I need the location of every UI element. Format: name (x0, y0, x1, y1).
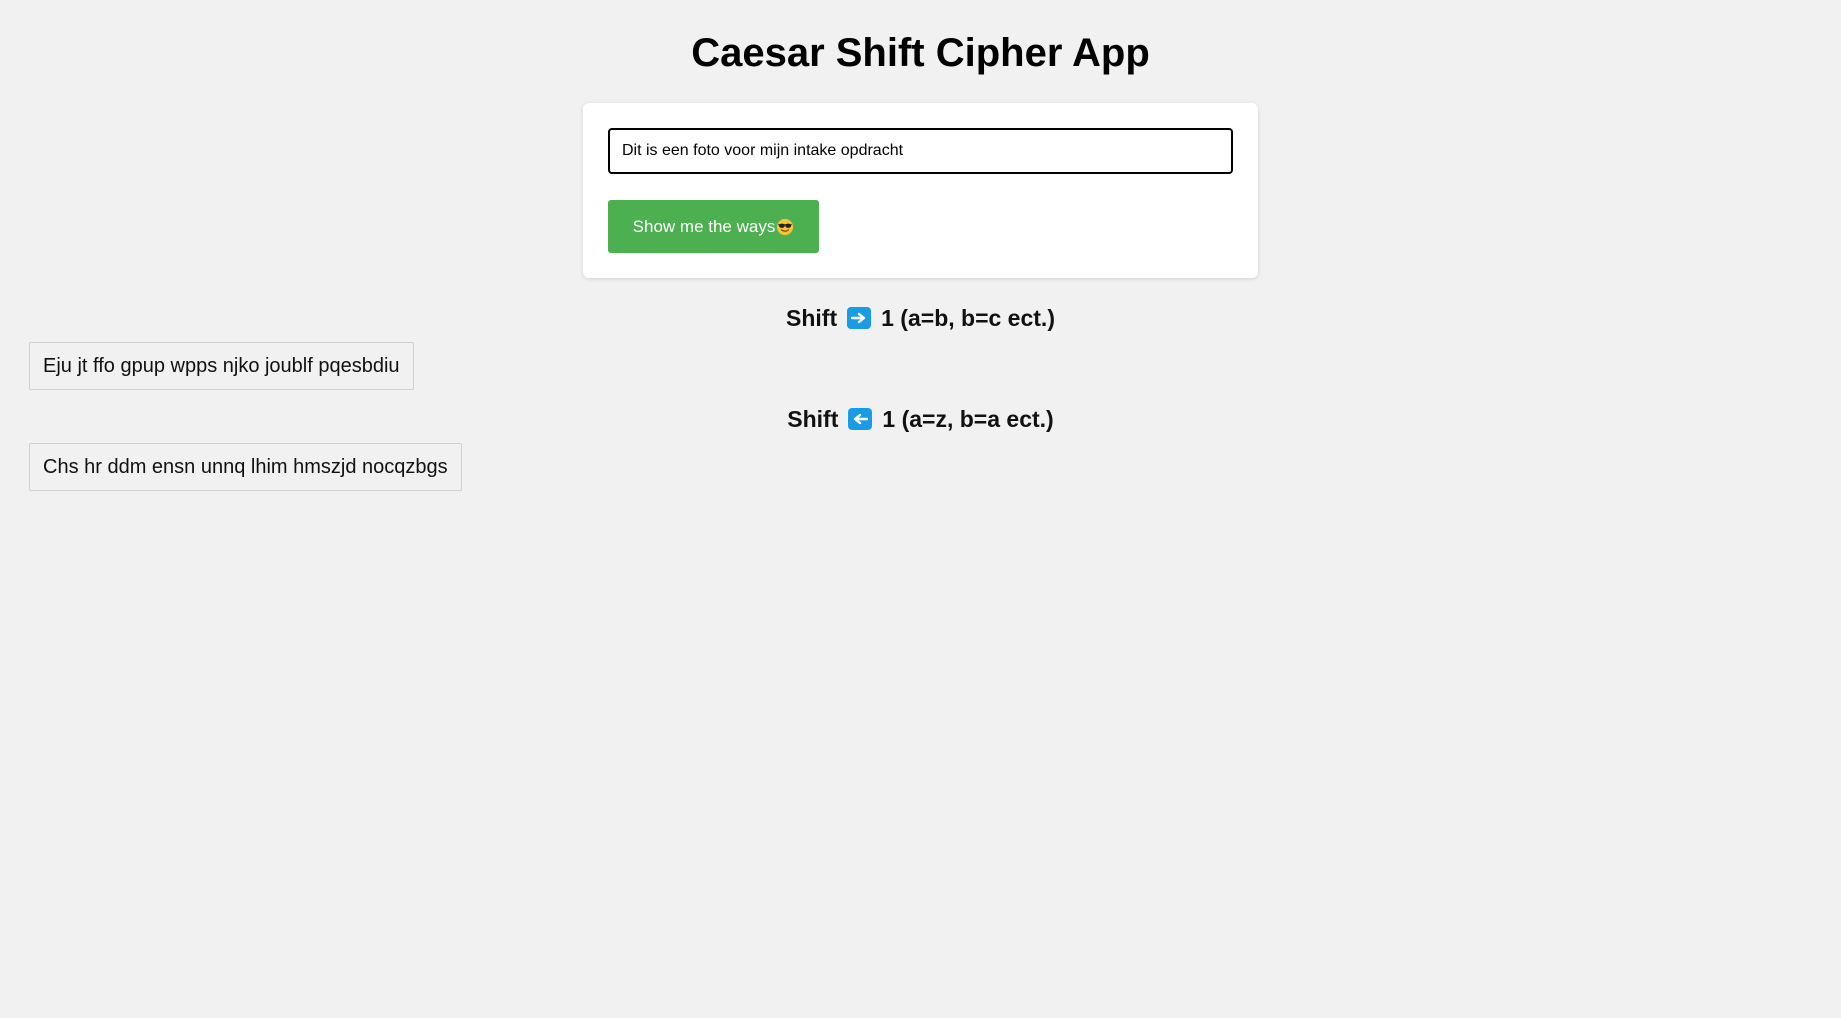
app-page: Caesar Shift Cipher App Show me the ways… (0, 0, 1841, 1018)
show-me-the-ways-button[interactable]: Show me the ways (608, 200, 819, 253)
shift-left-result: Chs hr ddm ensn unnq lhim hmszjd nocqzbg… (29, 443, 462, 491)
plaintext-input[interactable] (608, 128, 1233, 174)
shift-left-heading-prefix: Shift (787, 406, 839, 432)
page-title: Caesar Shift Cipher App (691, 31, 1150, 75)
shift-right-result: Eju jt ffo gpup wpps njko joublf pqesbdi… (29, 342, 414, 390)
shift-right-heading-suffix: 1 (a=b, b=c ect.) (881, 305, 1055, 331)
show-button-label: Show me the ways (632, 216, 776, 236)
sunglasses-face-emoji-icon (777, 218, 794, 235)
input-card: Show me the ways (583, 103, 1258, 278)
right-arrow-icon (847, 307, 872, 329)
shift-right-heading: Shift 1 (a=b, b=c ect.) (0, 303, 1841, 333)
shift-right-heading-prefix: Shift (786, 305, 838, 331)
shift-left-heading: Shift 1 (a=z, b=a ect.) (0, 404, 1841, 434)
shift-left-heading-suffix: 1 (a=z, b=a ect.) (882, 406, 1054, 432)
left-arrow-icon (848, 408, 873, 430)
